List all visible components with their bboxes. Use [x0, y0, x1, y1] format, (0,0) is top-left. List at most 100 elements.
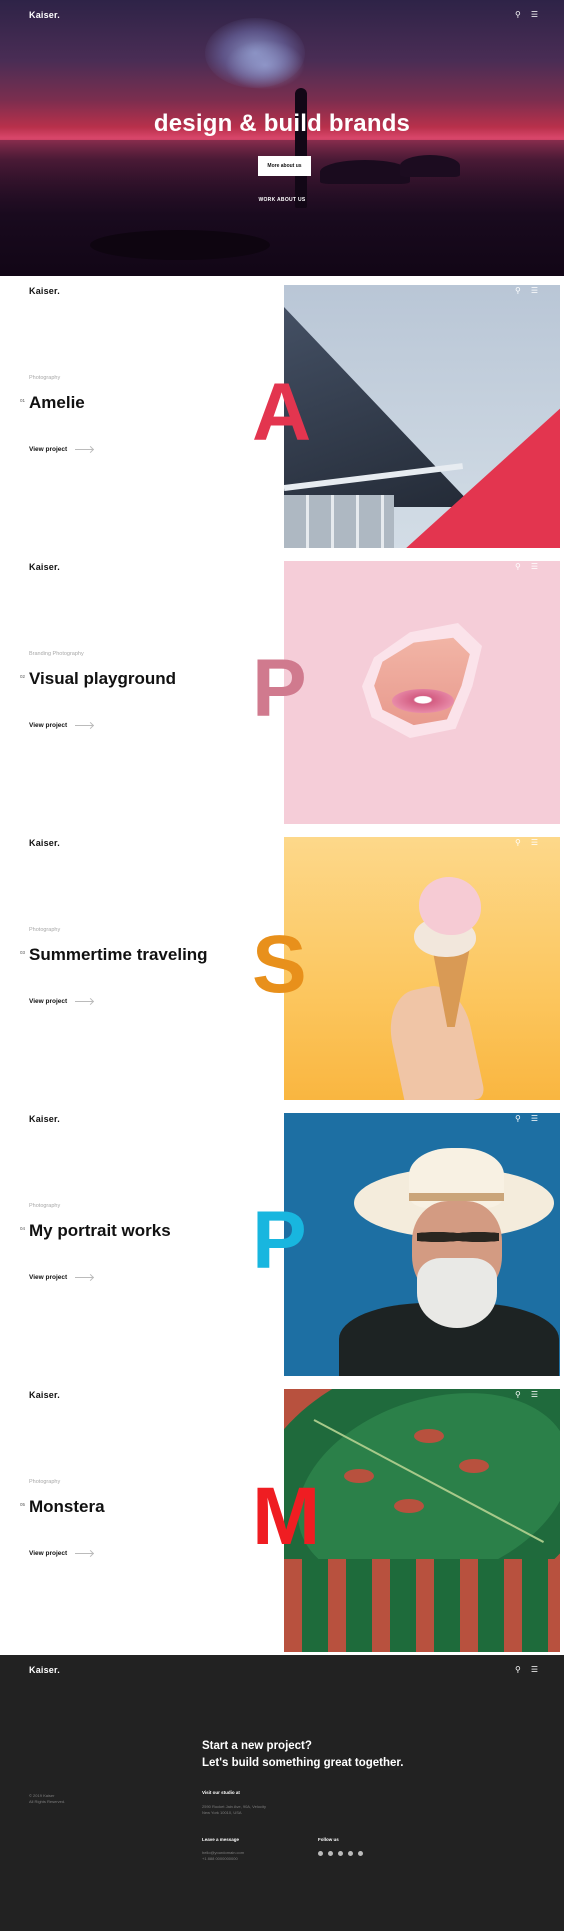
contact-phone[interactable]: +1 888 0000000000: [202, 1856, 244, 1862]
arrow-right-icon: [75, 725, 94, 726]
project-category: Photography: [29, 927, 61, 933]
contact-details: hello@yourdomain.com +1 888 0000000000: [202, 1850, 244, 1862]
project-initial-letter: P: [252, 1195, 307, 1286]
instagram-icon[interactable]: [338, 1851, 343, 1856]
project-image[interactable]: [284, 561, 560, 824]
project-category: Photography: [29, 375, 61, 381]
menu-icon[interactable]: ☰: [531, 839, 538, 847]
social-links: [318, 1851, 363, 1856]
search-icon[interactable]: ⚲: [515, 1666, 521, 1674]
pinterest-icon[interactable]: [358, 1851, 363, 1856]
project-number: 01: [20, 398, 26, 403]
project-title[interactable]: Visual playground: [29, 669, 176, 689]
search-icon[interactable]: ⚲: [515, 11, 521, 19]
arrow-right-icon: [75, 1553, 94, 1554]
hero-rock: [320, 160, 410, 184]
project-category: Photography: [29, 1479, 61, 1485]
menu-icon[interactable]: ☰: [531, 287, 538, 295]
view-project-link[interactable]: View project: [29, 722, 94, 729]
search-icon[interactable]: ⚲: [515, 1115, 521, 1123]
site-logo[interactable]: Kaiser.: [29, 286, 60, 296]
header-icons: ⚲ ☰: [515, 839, 538, 847]
view-project-link[interactable]: View project: [29, 1550, 94, 1557]
header-icons: ⚲ ☰: [515, 1391, 538, 1399]
project-initial-letter: M: [252, 1471, 321, 1562]
copyright: © 2019 Kaiser All Rights Reserved.: [29, 1793, 65, 1805]
view-project-label: View project: [29, 722, 68, 729]
menu-icon[interactable]: ☰: [531, 1666, 538, 1674]
project-section-monstera: Kaiser. ⚲ ☰ Photography 05 Monstera View…: [0, 1380, 564, 1656]
project-section-summertime-traveling: Kaiser. ⚲ ☰ Photography 03 Summertime tr…: [0, 828, 564, 1104]
site-logo[interactable]: Kaiser.: [29, 838, 60, 848]
search-icon[interactable]: ⚲: [515, 839, 521, 847]
view-project-link[interactable]: View project: [29, 998, 94, 1005]
dribbble-icon[interactable]: [348, 1851, 353, 1856]
project-title[interactable]: My portrait works: [29, 1221, 171, 1241]
project-title[interactable]: Amelie: [29, 393, 85, 413]
studio-address: 2590 Rocket Jain Ave, 90A, Velocity New …: [202, 1804, 266, 1816]
project-image[interactable]: [284, 285, 560, 548]
search-icon[interactable]: ⚲: [515, 287, 521, 295]
more-about-us-button[interactable]: More about us: [258, 156, 311, 176]
menu-icon[interactable]: ☰: [531, 563, 538, 571]
search-icon[interactable]: ⚲: [515, 563, 521, 571]
site-logo[interactable]: Kaiser.: [29, 1665, 60, 1675]
hero-section: Kaiser. ⚲ ☰ design & build brands More a…: [0, 0, 564, 276]
project-title[interactable]: Monstera: [29, 1497, 105, 1517]
arrow-right-icon: [75, 449, 94, 450]
view-project-label: View project: [29, 1550, 68, 1557]
menu-icon[interactable]: ☰: [531, 1391, 538, 1399]
project-number: 05: [20, 1502, 26, 1507]
footer-heading-line: Start a new project?: [202, 1740, 312, 1752]
facebook-icon[interactable]: [318, 1851, 323, 1856]
arrow-right-icon: [75, 1277, 94, 1278]
hero-smoke: [225, 40, 305, 90]
message-heading: Leave a message: [202, 1837, 240, 1842]
work-about-us-link[interactable]: WORK ABOUT US: [0, 197, 564, 203]
project-initial-letter: P: [252, 643, 307, 734]
header-icons: ⚲ ☰: [515, 1666, 538, 1674]
footer-heading-line: Let's build something great together.: [202, 1757, 404, 1769]
search-icon[interactable]: ⚲: [515, 1391, 521, 1399]
header-icons: ⚲ ☰: [515, 11, 538, 19]
menu-icon[interactable]: ☰: [531, 11, 538, 19]
hero-figure: [295, 88, 307, 208]
twitter-icon[interactable]: [328, 1851, 333, 1856]
view-project-label: View project: [29, 998, 68, 1005]
view-project-link[interactable]: View project: [29, 1274, 94, 1281]
header-icons: ⚲ ☰: [515, 1115, 538, 1123]
project-category: Photography: [29, 1203, 61, 1209]
project-image[interactable]: [284, 1113, 560, 1376]
project-category: Branding Photography: [29, 651, 84, 657]
project-title[interactable]: Summertime traveling: [29, 945, 208, 965]
view-project-label: View project: [29, 1274, 68, 1281]
hero-title: design & build brands: [153, 110, 411, 137]
project-number: 03: [20, 950, 26, 955]
site-logo[interactable]: Kaiser.: [29, 1114, 60, 1124]
header-icons: ⚲ ☰: [515, 563, 538, 571]
address-line: New York 10010, USA: [202, 1810, 242, 1815]
site-footer: Kaiser. ⚲ ☰ Start a new project? Let's b…: [0, 1655, 564, 1931]
copyright-line: All Rights Reserved.: [29, 1799, 66, 1804]
menu-icon[interactable]: ☰: [531, 1115, 538, 1123]
arrow-right-icon: [75, 1001, 94, 1002]
header-icons: ⚲ ☰: [515, 287, 538, 295]
project-section-my-portrait-works: Kaiser. ⚲ ☰ Photography 04 My portrait w…: [0, 1104, 564, 1380]
hero-rock: [90, 230, 270, 260]
project-section-visual-playground: Kaiser. ⚲ ☰ Branding Photography 02 Visu…: [0, 552, 564, 828]
site-logo[interactable]: Kaiser.: [29, 562, 60, 572]
project-number: 04: [20, 1226, 26, 1231]
studio-heading: Visit our studio at: [202, 1790, 240, 1795]
project-initial-letter: A: [252, 367, 312, 458]
view-project-link[interactable]: View project: [29, 446, 94, 453]
follow-heading: Follow us: [318, 1837, 339, 1842]
project-initial-letter: S: [252, 919, 307, 1010]
hero-rock: [400, 155, 460, 177]
project-number: 02: [20, 674, 26, 679]
view-project-label: View project: [29, 446, 68, 453]
project-image[interactable]: [284, 837, 560, 1100]
site-logo[interactable]: Kaiser.: [29, 10, 60, 20]
site-logo[interactable]: Kaiser.: [29, 1390, 60, 1400]
project-image[interactable]: [284, 1389, 560, 1652]
footer-heading: Start a new project? Let's build somethi…: [202, 1738, 403, 1772]
